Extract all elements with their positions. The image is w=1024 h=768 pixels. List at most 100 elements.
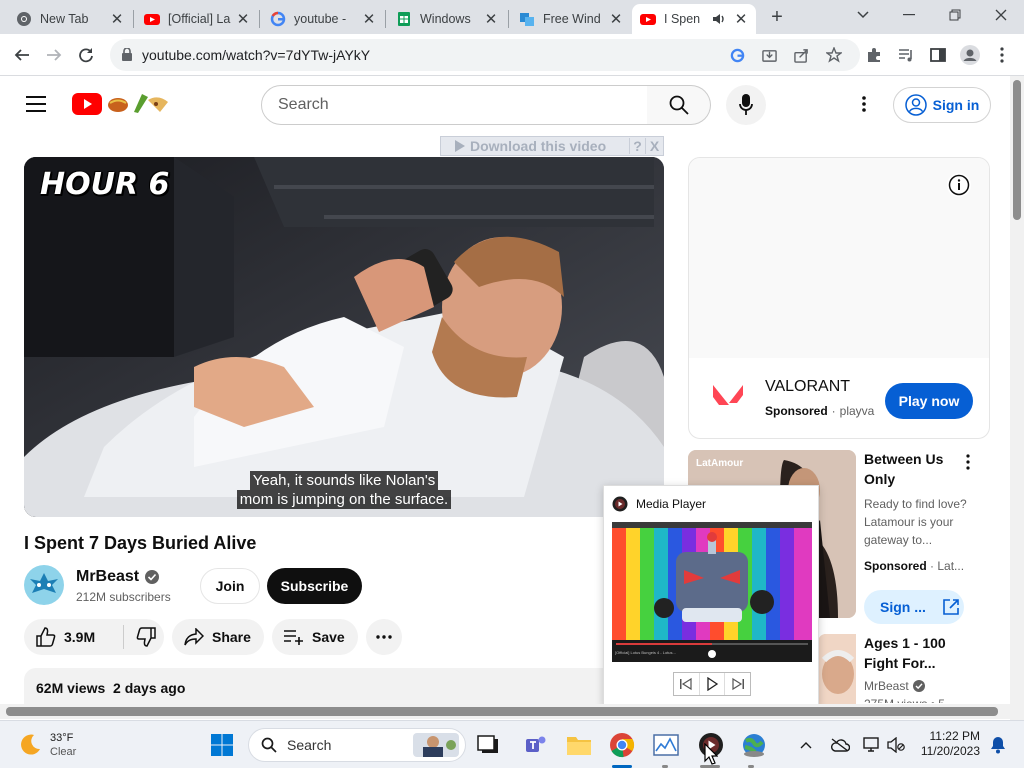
show-hidden-icons-button[interactable] [792,731,820,759]
media-preview[interactable]: [Official] Lotus Bungeis 4 - Lotus... [612,522,812,662]
onedrive-button[interactable] [826,731,854,759]
network-app-button[interactable] [740,731,768,759]
related-info-2[interactable]: Ages 1 - 100 Fight For... MrBeast 275M v… [864,633,984,703]
related-info-1[interactable]: Between Us Only Ready to find love? Lata… [864,449,974,575]
tab-youtube-search[interactable]: youtube - ✕ [262,4,384,34]
reload-button[interactable] [74,43,98,67]
browser-menu-button[interactable] [990,43,1014,67]
play-pause-button[interactable] [700,673,726,695]
forward-button[interactable] [42,43,66,67]
close-tab-icon[interactable]: ✕ [110,10,124,28]
youtube-logo[interactable] [72,92,172,116]
channel-name-row[interactable]: MrBeast [76,568,160,586]
tab-search-button[interactable] [840,0,886,30]
volume-muted-button[interactable] [882,731,910,759]
notifications-button[interactable] [984,731,1012,759]
google-icon [270,11,286,27]
arrow-left-icon [14,49,29,61]
join-button[interactable]: Join [200,568,260,604]
horizontal-scroll-thumb[interactable] [6,707,998,716]
bookmark-star-icon[interactable] [826,47,842,63]
channel-avatar[interactable] [24,565,64,605]
tab-windows[interactable]: Windows ✕ [388,4,506,34]
ad-cta-button[interactable]: Play now [885,383,973,419]
more-vertical-icon [966,454,970,470]
close-tab-icon[interactable]: ✕ [609,10,623,28]
clock[interactable]: 11:22 PM 11/20/2023 [914,729,980,759]
install-app-icon[interactable] [762,48,777,63]
back-button[interactable] [10,43,34,67]
previous-track-button[interactable] [674,673,700,695]
search-input[interactable]: Search [261,85,648,125]
download-help-button[interactable]: ? [629,138,645,154]
share-icon[interactable] [794,48,809,63]
tab-official-la[interactable]: [Official] La ✕ [136,4,258,34]
download-video-bar[interactable]: Download this video ? X [440,136,664,156]
related-cta-button[interactable]: Sign ... [864,590,964,624]
side-panel-button[interactable] [926,43,950,67]
guide-menu-button[interactable] [26,96,46,112]
tab-free-wind[interactable]: Free Wind ✕ [511,4,631,34]
search-button[interactable] [647,85,711,125]
subscribe-button[interactable]: Subscribe [267,568,362,604]
clock-time: 11:22 PM [929,729,980,743]
bell-icon [991,737,1005,754]
media-player-window[interactable]: Media Player [Official] Lotus Bungeis 4 … [603,485,819,707]
new-tab-button[interactable]: + [766,6,788,28]
ad-sponsored-label: Sponsored [765,404,828,418]
voice-search-button[interactable] [726,85,766,125]
close-tab-icon[interactable]: ✕ [362,10,376,28]
chrome-icon [610,733,635,758]
photos-button[interactable] [652,731,680,759]
description-box[interactable]: 62M views 2 days ago [24,668,640,708]
save-button[interactable]: Save [272,619,358,655]
address-bar[interactable]: youtube.com/watch?v=7dYTw-jAYkY [110,39,860,71]
more-actions-button[interactable] [366,619,402,655]
start-button[interactable] [208,731,236,759]
vertical-scrollbar[interactable] [1010,76,1024,720]
chart-app-icon [653,734,679,756]
chrome-taskbar-button[interactable] [608,731,636,759]
teams-button[interactable] [522,731,550,759]
file-explorer-button[interactable] [565,731,593,759]
audio-playing-icon[interactable] [712,12,726,26]
tab-new-tab[interactable]: New Tab ✕ [8,4,132,34]
settings-menu-button[interactable] [862,96,866,112]
sign-in-button[interactable]: Sign in [893,87,991,123]
minimize-button[interactable] [886,0,932,30]
extensions-button[interactable] [862,43,886,67]
download-close-button[interactable]: X [645,138,663,154]
video-player[interactable]: HOUR 6 Yeah, it sounds like Nolan's mom … [24,157,664,517]
share-button[interactable]: Share [172,619,264,655]
like-button[interactable]: 3.9M [24,625,124,649]
ad-info-button[interactable] [947,173,971,197]
related-desc: Ready to find love? [864,497,967,511]
close-window-button[interactable] [978,0,1024,30]
sign-in-label: Sign in [932,97,980,113]
close-tab-icon[interactable]: ✕ [484,10,498,28]
weather-widget[interactable]: 33°F Clear [18,731,76,759]
tab-i-spent-active[interactable]: I Spen ✕ [632,4,756,34]
globe-icon [743,734,765,757]
youtube-icon [640,14,656,25]
restore-button[interactable] [932,0,978,30]
ad-card[interactable]: VALORANT Sponsored · playva Play now [688,157,990,439]
search-icon [261,737,277,753]
next-track-button[interactable] [725,673,750,695]
related-desc: gateway to... [864,533,933,547]
related-thumbnail[interactable] [818,634,856,704]
close-tab-icon[interactable]: ✕ [236,10,250,28]
microphone-icon [739,94,753,115]
taskbar-search[interactable]: Search [248,728,466,762]
related-menu-button[interactable] [966,454,970,470]
media-control-button[interactable] [894,43,918,67]
dislike-button[interactable] [124,627,156,647]
restore-icon [949,9,961,21]
google-lens-icon[interactable] [730,48,745,63]
related-views: 275M views • 5 [864,695,984,703]
close-tab-icon[interactable]: ✕ [734,10,748,28]
vertical-scroll-thumb[interactable] [1013,80,1021,220]
task-view-button[interactable] [474,731,502,759]
horizontal-scrollbar[interactable] [0,704,1010,719]
profile-button[interactable] [958,43,982,67]
